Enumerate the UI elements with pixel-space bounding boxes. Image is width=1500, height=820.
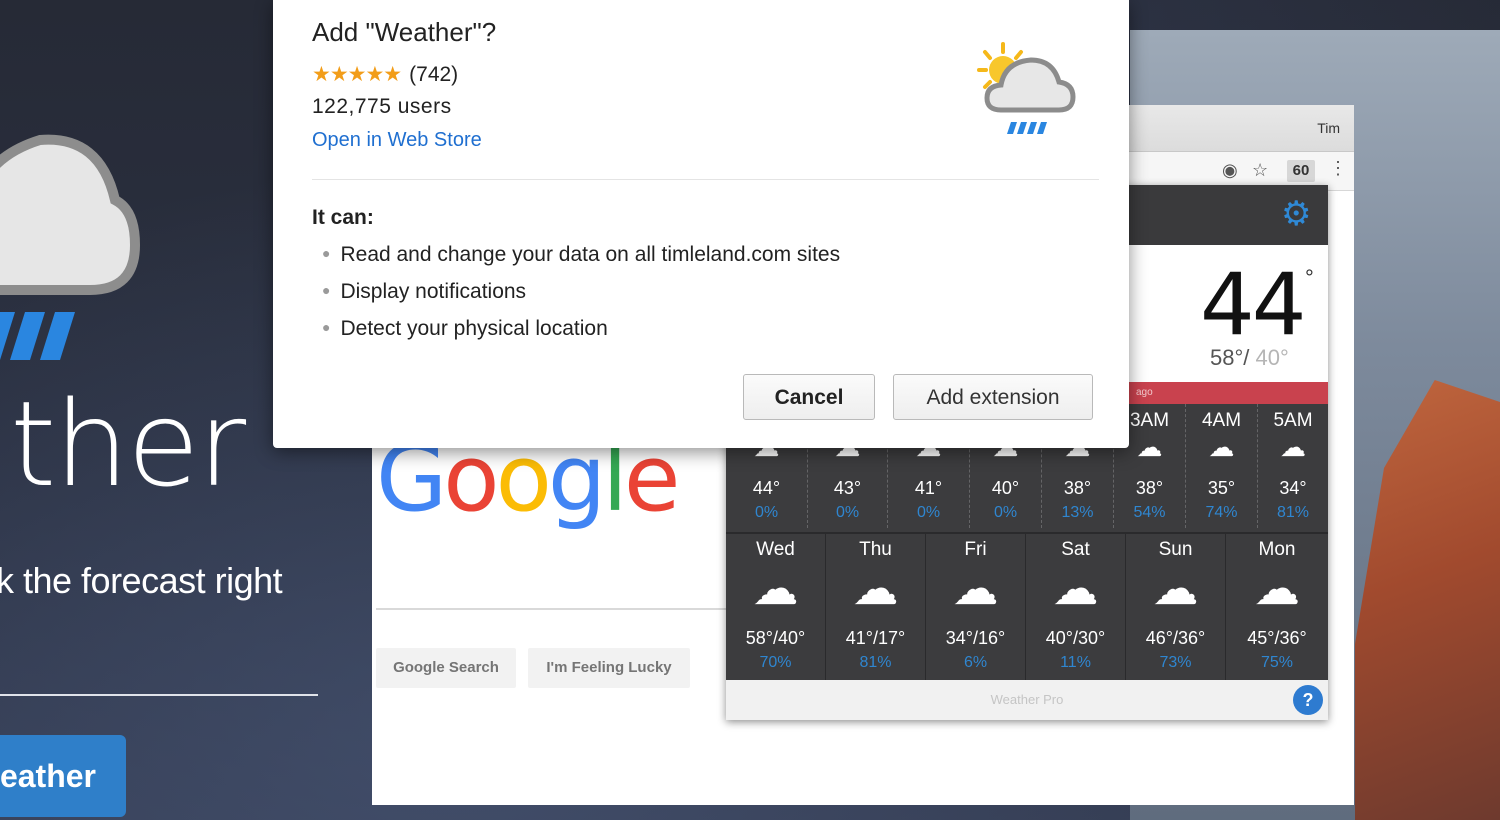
day-precip: 81% xyxy=(859,654,892,671)
open-web-store-link[interactable]: Open in Web Store xyxy=(312,129,482,152)
degree-symbol: ° xyxy=(1305,265,1314,290)
hour-precip: 81% xyxy=(1276,504,1310,521)
day-temp: 40°/30° xyxy=(1045,628,1106,648)
day-precip: 70% xyxy=(759,654,792,671)
hour-precip: 0% xyxy=(835,504,860,521)
gear-icon[interactable]: ⚙ xyxy=(1281,197,1311,231)
day-temp: 58°/40° xyxy=(745,628,806,648)
hour-precip: 0% xyxy=(754,504,779,521)
google-search-button[interactable]: Google Search xyxy=(376,648,516,688)
cloud-icon: ☁ xyxy=(1208,432,1235,462)
day-precip: 73% xyxy=(1159,654,1192,671)
permissions-heading: It can: xyxy=(312,206,374,229)
help-icon[interactable]: ? xyxy=(1293,685,1323,715)
day-temp: 34°/16° xyxy=(945,628,1006,648)
store-hero-title: ther xyxy=(10,375,246,513)
hour-precip: 74% xyxy=(1205,504,1238,521)
permission-text: Read and change your data on all timlela… xyxy=(340,243,841,266)
dialog-title: Add "Weather"? xyxy=(312,17,497,47)
permission-text: Display notifications xyxy=(340,280,527,303)
day-temp: 41°/17° xyxy=(845,628,906,648)
day-label: Fri xyxy=(964,539,987,560)
hour-temp: 35° xyxy=(1207,478,1236,498)
day-label: Mon xyxy=(1258,539,1296,560)
day-precip: 6% xyxy=(963,654,988,671)
hour-temp: 34° xyxy=(1279,478,1307,498)
day-temp: 46°/36° xyxy=(1145,628,1206,648)
location-icon[interactable]: ◉ xyxy=(1222,160,1238,181)
hour-temp: 44° xyxy=(752,478,781,498)
cloud-rain-icon xyxy=(0,134,140,360)
cloud-rain-icon: ☁ xyxy=(1152,562,1199,614)
day-cell: Wed ☁ 58°/40° 70% xyxy=(726,534,826,680)
hour-temp: 40° xyxy=(991,478,1020,498)
day-temp: 45°/36° xyxy=(1247,628,1307,648)
cancel-button[interactable]: Cancel xyxy=(743,374,875,420)
day-cell: Thu ☁ 41°/17° 81% xyxy=(826,534,926,680)
hour-label: 5AM xyxy=(1273,410,1313,431)
hour-temp: 41° xyxy=(914,478,943,498)
hour-temp: 38° xyxy=(1063,478,1092,498)
sun-cloud-rain-icon xyxy=(977,42,1076,134)
permission-item: ● Display notifications xyxy=(322,280,527,303)
kebab-menu-icon[interactable]: ⋮ xyxy=(1329,158,1347,179)
low-temp: 40° xyxy=(1249,345,1289,370)
cloudy-icon: ☁ xyxy=(1254,562,1300,614)
high-temp: 58°/ xyxy=(1210,345,1250,370)
day-cell: Fri ☁ 34°/16° 6% xyxy=(926,534,1026,680)
divider xyxy=(312,179,1099,180)
add-extension-button[interactable]: Add extension xyxy=(893,374,1093,420)
day-cell: Sat ☁ 40°/30° 11% xyxy=(1026,534,1126,680)
hour-precip: 0% xyxy=(993,504,1018,521)
store-tagline: k the forecast right xyxy=(0,560,283,601)
hour-temp: 38° xyxy=(1135,478,1164,498)
feeling-lucky-button[interactable]: I'm Feeling Lucky xyxy=(528,648,690,688)
weather-brand: Weather Pro xyxy=(990,692,1064,707)
permission-item: ● Read and change your data on all timlel… xyxy=(322,243,841,266)
day-precip: 75% xyxy=(1260,654,1294,671)
day-label: Thu xyxy=(859,539,892,560)
rating: ★★★★★ (742) xyxy=(312,62,458,87)
store-add-button[interactable]: eather xyxy=(0,735,126,817)
day-precip: 11% xyxy=(1060,654,1091,671)
hour-label: 4AM xyxy=(1201,410,1242,431)
cloud-snow-icon: ☁ xyxy=(852,562,899,614)
permission-item: ● Detect your physical location xyxy=(322,317,608,340)
cloud-icon: ☁ xyxy=(1280,432,1306,462)
hour-precip: 54% xyxy=(1133,504,1166,521)
search-input[interactable] xyxy=(376,608,728,610)
divider xyxy=(0,694,318,696)
day-label: Sun xyxy=(1158,539,1193,560)
cloud-snow-icon: ☁ xyxy=(952,562,999,614)
hour-temp: 43° xyxy=(833,478,862,498)
day-label: Sat xyxy=(1061,539,1090,560)
cloud-snow-icon: ☁ xyxy=(1052,562,1099,614)
hour-cell: 4AM ☁ 35° 74% xyxy=(1186,404,1258,528)
permission-text: Detect your physical location xyxy=(340,317,608,340)
add-extension-dialog: Add "Weather"? ★★★★★ (742) 122,775 users … xyxy=(273,0,1129,448)
profile-name[interactable]: Tim xyxy=(1317,120,1340,136)
rating-count: (742) xyxy=(409,63,459,86)
star-rating-icon: ★★★★★ xyxy=(312,63,402,86)
user-count: 122,775 users xyxy=(312,95,452,118)
cloud-rain-icon: ☁ xyxy=(752,562,799,614)
star-icon[interactable]: ☆ xyxy=(1252,160,1268,181)
hour-precip: 13% xyxy=(1061,504,1094,521)
weather-footer: Weather Pro ? xyxy=(726,680,1328,720)
high-low-temperature: 58°/ 40° xyxy=(1210,345,1289,371)
day-cell: Sun ☁ 46°/36° 73% xyxy=(1126,534,1226,680)
day-cell: Mon ☁ 45°/36° 75% xyxy=(1226,534,1328,680)
hour-precip: 0% xyxy=(916,504,941,521)
weather-extension-badge[interactable]: 60 xyxy=(1287,160,1315,182)
hour-cell: 5AM ☁ 34° 81% xyxy=(1258,404,1328,528)
current-temperature: 44 xyxy=(1200,255,1306,355)
daily-forecast: Wed ☁ 58°/40° 70% Thu ☁ 41°/17° 81% Fri … xyxy=(726,532,1328,682)
day-label: Wed xyxy=(756,539,795,560)
